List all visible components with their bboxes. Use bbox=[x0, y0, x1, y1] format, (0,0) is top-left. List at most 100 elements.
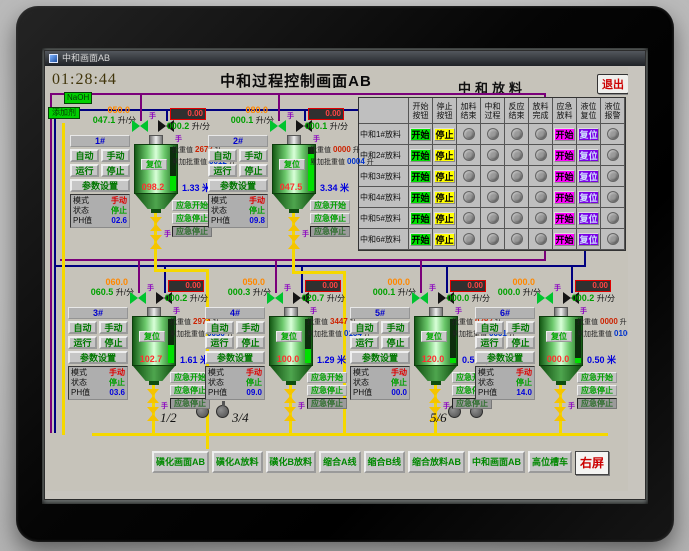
stop-badge[interactable]: 停止 bbox=[434, 190, 455, 204]
tank-reset-button[interactable]: 复位 bbox=[279, 159, 305, 170]
params-button[interactable]: 参数设置 bbox=[350, 351, 410, 364]
nav-button[interactable]: 磺化A放料 bbox=[212, 451, 263, 473]
stop-badge[interactable]: 停止 bbox=[434, 127, 455, 141]
emergency-stop-button[interactable]: 应急停止 bbox=[310, 213, 350, 224]
discharge-table: 开始 按钮 停止 按钮 加料 结束 中和 过程 反应 结束 放料 完成 应急 放料 液位 复位… bbox=[358, 97, 626, 251]
run-button[interactable]: 运行 bbox=[208, 164, 237, 177]
auto-button[interactable]: 自动 bbox=[208, 149, 237, 162]
nav-button[interactable]: 缩合放料AB bbox=[408, 451, 465, 473]
inlet-valve-icon[interactable] bbox=[412, 292, 428, 304]
stop-button[interactable]: 停止 bbox=[236, 336, 265, 349]
emergency-start-button[interactable]: 应急开始 bbox=[577, 372, 617, 383]
stop-button[interactable]: 停止 bbox=[506, 336, 535, 349]
hand-label: 手 bbox=[429, 285, 436, 292]
params-button[interactable]: 参数设置 bbox=[70, 179, 130, 192]
emergency-start-button[interactable]: 应急开始 bbox=[307, 372, 347, 383]
inlet-valve-icon[interactable] bbox=[132, 120, 148, 132]
emergency-start-button[interactable]: 应急开始 bbox=[310, 200, 350, 211]
inlet-valve-icon[interactable] bbox=[537, 292, 553, 304]
emergency-start-button[interactable]: 应急开始 bbox=[172, 200, 212, 211]
emergency-stop-disabled-button[interactable]: 应急停止 bbox=[577, 398, 617, 409]
start-badge[interactable]: 开始 bbox=[410, 211, 431, 225]
start-badge[interactable]: 开始 bbox=[410, 169, 431, 183]
right-screen-button[interactable]: 右屏 bbox=[575, 451, 610, 475]
params-button[interactable]: 参数设置 bbox=[68, 351, 128, 364]
auto-button[interactable]: 自动 bbox=[350, 321, 379, 334]
reset-badge[interactable]: 复位 bbox=[578, 148, 599, 162]
stop-badge[interactable]: 停止 bbox=[434, 169, 455, 183]
emergency-badge[interactable]: 开始 bbox=[554, 148, 575, 162]
manual-button[interactable]: 手动 bbox=[239, 149, 268, 162]
exit-button[interactable]: 退出 bbox=[597, 74, 628, 94]
emergency-start-button[interactable]: 应急开始 bbox=[170, 372, 210, 383]
auto-button[interactable]: 自动 bbox=[68, 321, 97, 334]
nav-button[interactable]: 中和画面AB bbox=[468, 451, 525, 473]
table-cell bbox=[481, 145, 505, 166]
reset-badge[interactable]: 复位 bbox=[578, 232, 599, 246]
inlet-valve-icon[interactable] bbox=[270, 120, 286, 132]
start-badge[interactable]: 开始 bbox=[410, 127, 431, 141]
inlet-valve-icon[interactable] bbox=[130, 292, 146, 304]
nav-button[interactable]: 磺化B放料 bbox=[265, 451, 316, 473]
start-badge[interactable]: 开始 bbox=[410, 232, 431, 246]
manual-button[interactable]: 手动 bbox=[381, 321, 410, 334]
tank-reset-button[interactable]: 复位 bbox=[139, 331, 165, 342]
emergency-stop-disabled-button[interactable]: 应急停止 bbox=[307, 398, 347, 409]
params-button[interactable]: 参数设置 bbox=[475, 351, 535, 364]
inlet-valve-icon[interactable] bbox=[267, 292, 283, 304]
run-button[interactable]: 运行 bbox=[68, 336, 97, 349]
start-badge[interactable]: 开始 bbox=[410, 148, 431, 162]
tank-reset-button[interactable]: 复位 bbox=[546, 331, 572, 342]
stop-button[interactable]: 停止 bbox=[99, 336, 128, 349]
emergency-stop-button[interactable]: 应急停止 bbox=[170, 385, 210, 396]
reset-badge[interactable]: 复位 bbox=[578, 211, 599, 225]
auto-button[interactable]: 自动 bbox=[70, 149, 99, 162]
flow2-setpoint: 0.00 bbox=[168, 280, 204, 292]
emergency-stop-button[interactable]: 应急停止 bbox=[577, 385, 617, 396]
reset-badge[interactable]: 复位 bbox=[578, 127, 599, 141]
stop-button[interactable]: 停止 bbox=[239, 164, 268, 177]
nav-button[interactable]: 高位槽车 bbox=[528, 451, 573, 473]
manual-button[interactable]: 手动 bbox=[101, 149, 130, 162]
params-button[interactable]: 参数设置 bbox=[205, 351, 265, 364]
emergency-badge[interactable]: 开始 bbox=[554, 190, 575, 204]
tank-reset-button[interactable]: 复位 bbox=[141, 159, 167, 170]
run-button[interactable]: 运行 bbox=[475, 336, 504, 349]
manual-button[interactable]: 手动 bbox=[506, 321, 535, 334]
run-button[interactable]: 运行 bbox=[350, 336, 379, 349]
manual-button[interactable]: 手动 bbox=[99, 321, 128, 334]
run-button[interactable]: 运行 bbox=[70, 164, 99, 177]
emergency-stop-disabled-button[interactable]: 应急停止 bbox=[172, 226, 212, 237]
start-badge[interactable]: 开始 bbox=[410, 190, 431, 204]
stop-badge[interactable]: 停止 bbox=[434, 148, 455, 162]
stop-badge[interactable]: 停止 bbox=[434, 211, 455, 225]
emergency-badge[interactable]: 开始 bbox=[554, 211, 575, 225]
emergency-stop-button[interactable]: 应急停止 bbox=[172, 213, 212, 224]
emergency-stop-disabled-button[interactable]: 应急停止 bbox=[310, 226, 350, 237]
params-button[interactable]: 参数设置 bbox=[208, 179, 268, 192]
tank-reset-button[interactable]: 复位 bbox=[276, 331, 302, 342]
reset-badge[interactable]: 复位 bbox=[578, 169, 599, 183]
table-cell bbox=[601, 229, 625, 250]
emergency-stop-disabled-button[interactable]: 应急停止 bbox=[170, 398, 210, 409]
flow2-setpoint: 0.00 bbox=[305, 280, 341, 292]
stop-button[interactable]: 停止 bbox=[101, 164, 130, 177]
nav-button[interactable]: 磺化画面AB bbox=[152, 451, 209, 473]
table-cell bbox=[481, 166, 505, 187]
auto-button[interactable]: 自动 bbox=[205, 321, 234, 334]
total-weight: 累加批重值 0004 升 bbox=[310, 157, 374, 166]
tank-outlet bbox=[151, 209, 161, 213]
tank-reset-button[interactable]: 复位 bbox=[421, 331, 447, 342]
reset-badge[interactable]: 复位 bbox=[578, 190, 599, 204]
emergency-badge[interactable]: 开始 bbox=[554, 232, 575, 246]
stop-button[interactable]: 停止 bbox=[381, 336, 410, 349]
stop-badge[interactable]: 停止 bbox=[434, 232, 455, 246]
emergency-stop-button[interactable]: 应急停止 bbox=[307, 385, 347, 396]
nav-button[interactable]: 缩合B线 bbox=[363, 451, 405, 473]
nav-button[interactable]: 缩合A线 bbox=[319, 451, 361, 473]
auto-button[interactable]: 自动 bbox=[475, 321, 504, 334]
emergency-badge[interactable]: 开始 bbox=[554, 169, 575, 183]
emergency-badge[interactable]: 开始 bbox=[554, 127, 575, 141]
run-button[interactable]: 运行 bbox=[205, 336, 234, 349]
manual-button[interactable]: 手动 bbox=[236, 321, 265, 334]
